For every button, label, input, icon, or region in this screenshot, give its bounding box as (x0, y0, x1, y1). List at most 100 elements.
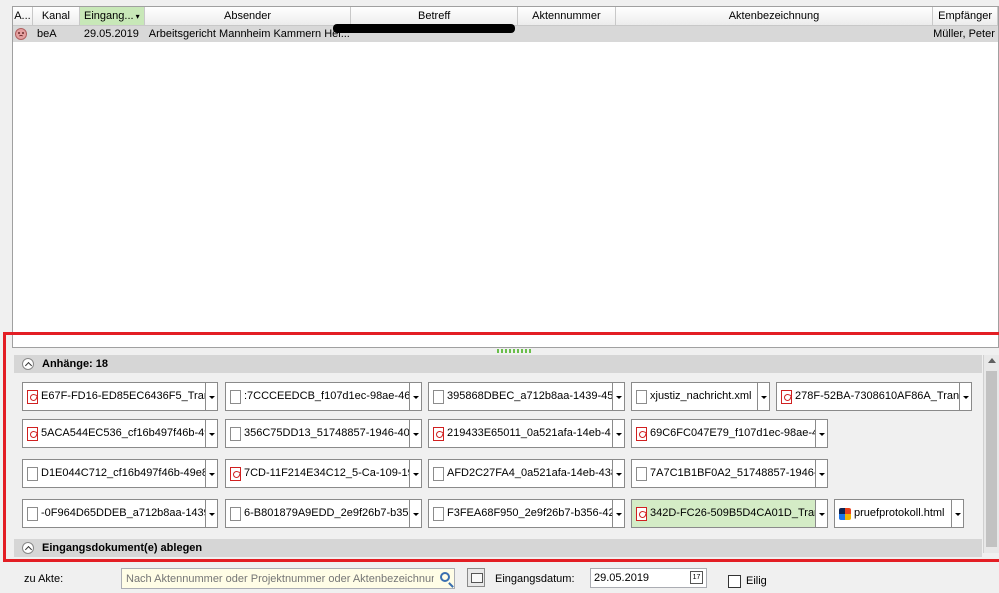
vertical-scrollbar[interactable] (983, 355, 999, 553)
dropdown-arrow-icon[interactable] (205, 383, 217, 410)
dropdown-arrow-icon[interactable] (757, 383, 769, 410)
attachment-item[interactable]: 7A7C1B1BF0A2_51748857-1946-4 (631, 459, 828, 488)
attachment-name: 69C6FC047E79_f107d1ec-98ae-4 (650, 427, 815, 439)
attachment-name: F3FEA68F950_2e9f26b7-b356-42f1 (447, 507, 612, 519)
dropdown-arrow-icon[interactable] (612, 500, 624, 527)
attachment-item[interactable]: 6-B801879A9EDD_2e9f26b7-b356- (225, 499, 422, 528)
dropdown-arrow-icon[interactable] (959, 383, 971, 410)
attachment-name: E67F-FD16-ED85EC6436F5_Transf (41, 390, 205, 402)
column-header[interactable]: Aktenbezeichnung (616, 7, 934, 25)
document-icon (27, 506, 38, 521)
splitter-grip[interactable] (497, 349, 533, 353)
html-file-icon (839, 507, 851, 520)
ablegen-section-header[interactable]: Eingangsdokument(e) ablegen (14, 539, 982, 557)
document-icon (433, 389, 444, 404)
attachment-item[interactable]: xjustiz_nachricht.xml (631, 382, 770, 411)
sort-arrow-icon: ▾ (135, 12, 140, 21)
akte-label: zu Akte: (24, 573, 64, 585)
eilig-checkbox[interactable] (728, 575, 741, 588)
status-cell (13, 26, 33, 42)
attachment-item[interactable]: 69C6FC047E79_f107d1ec-98ae-4 (631, 419, 828, 448)
column-header[interactable]: Kanal (33, 7, 80, 25)
document-icon (433, 466, 444, 481)
attachment-item[interactable]: pruefprotokoll.html (834, 499, 964, 528)
message-list[interactable]: A... Kanal Eingang... ▾ Absender Betreff Akten… (12, 6, 999, 348)
pdf-file-icon (230, 466, 241, 481)
collapse-chevron-icon[interactable] (22, 542, 34, 554)
dropdown-arrow-icon[interactable] (815, 460, 827, 487)
column-header-label: Empfänger (938, 10, 992, 22)
dropdown-arrow-icon[interactable] (815, 420, 827, 447)
column-header[interactable]: Aktennummer (518, 7, 616, 25)
document-icon (636, 466, 647, 481)
dropdown-arrow-icon[interactable] (409, 460, 421, 487)
column-header-label: Absender (223, 10, 272, 22)
attachment-item[interactable]: 7CD-11F214E34C12_5-Ca-109-19 (225, 459, 422, 488)
document-icon (433, 506, 444, 521)
attachments-section-header[interactable]: Anhänge: 18 (14, 355, 982, 373)
attachment-name: 219433E65011_0a521afa-14eb-4 (447, 427, 611, 439)
cell-empfaenger: Müller, Peter (933, 28, 995, 40)
eilig-label: Eilig (746, 575, 767, 587)
attachment-item[interactable]: -0F964D65DDEB_a712b8aa-1439- (22, 499, 218, 528)
attachment-name: AFD2C27FA4_0a521afa-14eb-438 (447, 467, 612, 479)
column-header-label: Kanal (41, 10, 70, 22)
scroll-up-arrow-icon[interactable] (988, 358, 996, 363)
column-header[interactable]: Empfänger (933, 7, 998, 25)
dropdown-arrow-icon[interactable] (951, 500, 963, 527)
document-icon (230, 426, 241, 441)
column-header-label: Eingang... (84, 10, 134, 22)
document-icon (636, 389, 647, 404)
column-header[interactable]: A... (13, 7, 33, 25)
datum-label: Eingangsdatum: (495, 573, 575, 585)
column-header[interactable]: Eingang... ▾ (79, 7, 145, 25)
pdf-file-icon (433, 426, 444, 441)
attachment-item[interactable]: 395868DBEC_a712b8aa-1439-45b (428, 382, 625, 411)
dropdown-arrow-icon[interactable] (612, 383, 624, 410)
attachment-item[interactable]: F3FEA68F950_2e9f26b7-b356-42f1 (428, 499, 625, 528)
dropdown-arrow-icon[interactable] (612, 460, 624, 487)
akte-picker-button[interactable] (467, 568, 485, 587)
dropdown-arrow-icon[interactable] (205, 420, 217, 447)
calendar-icon[interactable]: 17 (690, 571, 703, 584)
pdf-file-icon (781, 389, 792, 404)
pdf-file-icon (636, 426, 647, 441)
attachment-name: 5ACA544EC536_cf16b497f46b-49 (41, 427, 205, 439)
akte-search-input[interactable] (122, 569, 434, 588)
dropdown-arrow-icon[interactable] (409, 383, 421, 410)
document-icon (27, 466, 38, 481)
scroll-thumb[interactable] (986, 371, 997, 547)
dropdown-arrow-icon[interactable] (815, 500, 827, 527)
dropdown-arrow-icon[interactable] (205, 460, 217, 487)
cell-aktenbezeichnung (616, 26, 933, 42)
attachment-item[interactable]: 342D-FC26-509B5D4CA01D_Trans (631, 499, 828, 528)
datum-field[interactable]: 29.05.2019 17 (590, 568, 707, 588)
attachments-title: Anhänge: 18 (42, 358, 109, 370)
attachment-item[interactable]: :7CCCEEDCB_f107d1ec-98ae-46ac (225, 382, 422, 411)
column-header[interactable]: Betreff (351, 7, 518, 25)
attachment-name: pruefprotokoll.html (854, 507, 945, 519)
collapse-chevron-icon[interactable] (22, 358, 34, 370)
column-header[interactable]: Absender (145, 7, 352, 25)
attachment-item[interactable]: AFD2C27FA4_0a521afa-14eb-438 (428, 459, 625, 488)
sad-face-icon (15, 28, 27, 40)
akte-search-field[interactable] (121, 568, 455, 589)
attachment-name: 6-B801879A9EDD_2e9f26b7-b356- (244, 507, 409, 519)
datum-value: 29.05.2019 (594, 572, 650, 584)
dropdown-arrow-icon[interactable] (205, 500, 217, 527)
attachment-item[interactable]: E67F-FD16-ED85EC6436F5_Transf (22, 382, 218, 411)
dropdown-arrow-icon[interactable] (409, 500, 421, 527)
attachment-item[interactable]: 356C75DD13_51748857-1946-408 (225, 419, 422, 448)
pdf-file-icon (27, 426, 38, 441)
cell-eingang: 29.05.2019 (83, 28, 139, 40)
document-icon (230, 506, 241, 521)
attachment-name: 278F-52BA-7308610AF86A_Transf (795, 390, 959, 402)
attachment-item[interactable]: 219433E65011_0a521afa-14eb-4 (428, 419, 625, 448)
search-icon[interactable] (440, 572, 450, 582)
cell-absender: Arbeitsgericht Mannheim Kammern Hei... (148, 28, 350, 40)
attachment-item[interactable]: 278F-52BA-7308610AF86A_Transf (776, 382, 972, 411)
attachment-item[interactable]: 5ACA544EC536_cf16b497f46b-49 (22, 419, 218, 448)
attachment-item[interactable]: D1E044C712_cf16b497f46b-49e8 (22, 459, 218, 488)
dropdown-arrow-icon[interactable] (612, 420, 624, 447)
dropdown-arrow-icon[interactable] (409, 420, 421, 447)
